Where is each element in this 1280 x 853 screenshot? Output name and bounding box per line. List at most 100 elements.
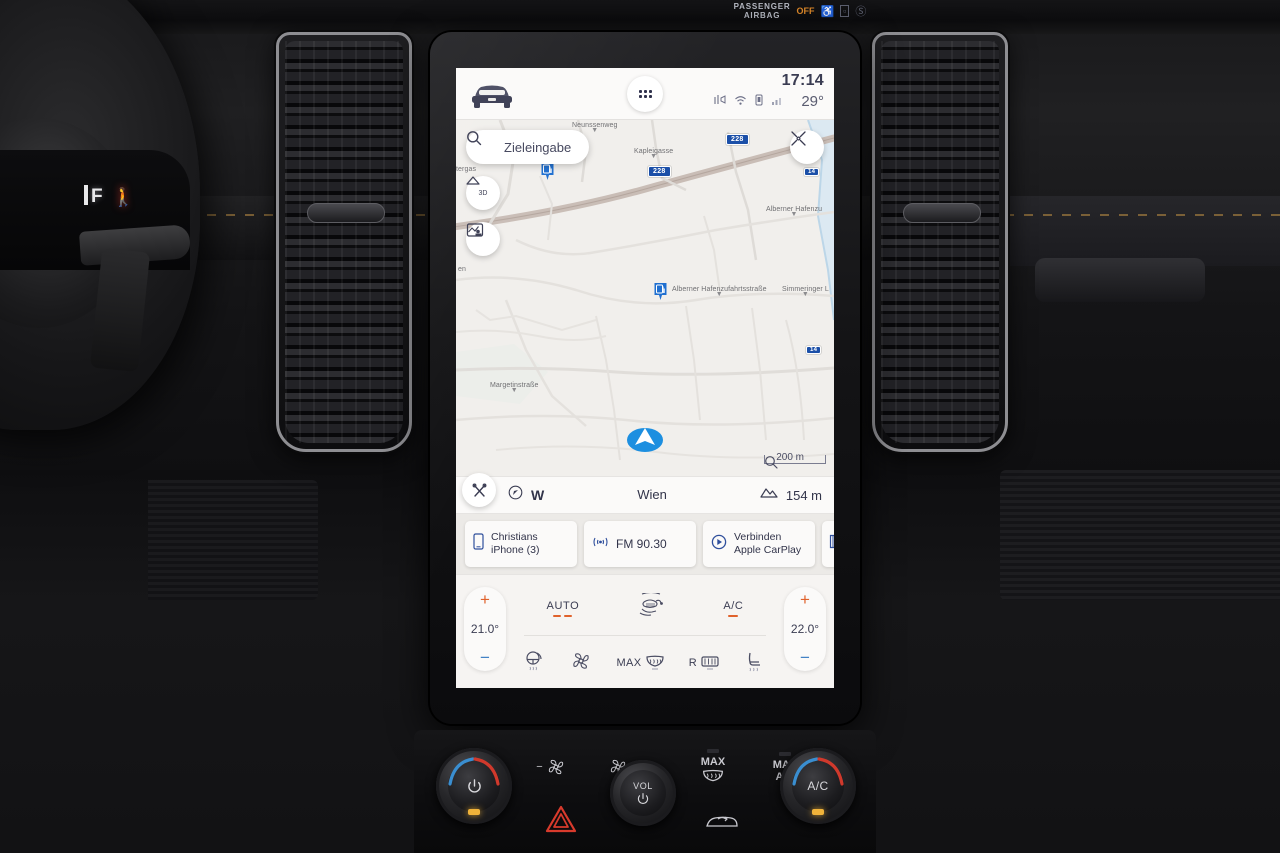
outside-temperature: 29°	[801, 93, 824, 110]
max-defrost-physical-button[interactable]: MAX	[680, 744, 746, 788]
map-label: tergas	[456, 166, 477, 173]
heated-steering-wheel-button[interactable]	[524, 650, 546, 677]
status-clock: 17:14	[781, 72, 824, 89]
power-icon	[637, 792, 649, 804]
play-circle-icon	[711, 534, 727, 555]
rear-defrost-button[interactable]: R	[689, 655, 720, 671]
destination-input-placeholder[interactable]: Zieleingabe	[500, 140, 571, 155]
sim-card-icon	[755, 94, 763, 106]
max-defrost-button[interactable]: MAX	[616, 655, 664, 671]
vent-slats-left	[285, 41, 403, 443]
tile-phone-line1: Christians	[491, 531, 538, 543]
map-scale-bar: 200 m	[764, 452, 826, 469]
fuel-station-icon[interactable]	[540, 162, 555, 181]
climate-control-panel[interactable]: + 21.0° − + 22.0° − AUTO A/C MAX R	[456, 574, 834, 688]
tile-carplay[interactable]: Verbinden Apple CarPlay	[703, 521, 815, 567]
fuel-full-label: F	[91, 186, 104, 207]
vent-adjuster-right[interactable]	[903, 203, 981, 223]
app-grid-icon	[638, 90, 652, 98]
media-book-icon	[829, 534, 834, 554]
elevation-value: 154 m	[785, 487, 822, 503]
navigation-map[interactable]: Neunssenweg ▼ Kapleigasse ▼ Alberner Hafen…	[456, 120, 834, 476]
fuel-station-icon[interactable]	[653, 282, 668, 301]
passenger-temp-decrease-button[interactable]: −	[800, 649, 810, 666]
airflow-face-feet-icon	[640, 591, 664, 616]
road-shield: 14	[804, 168, 820, 176]
heated-seat-button[interactable]	[744, 650, 766, 677]
signal-bars-icon	[713, 94, 726, 106]
destination-search-bar[interactable]: Zieleingabe	[466, 130, 590, 164]
media-tile-row[interactable]: Christians iPhone (3) FM 90.30 Verbinden…	[456, 514, 834, 574]
temp-range-arc	[448, 757, 500, 786]
elevation-indicator: 154 m	[760, 486, 822, 504]
car-front-icon[interactable]	[468, 77, 516, 111]
ac-label: A/C	[723, 599, 744, 612]
airbag-off-icon: ♿	[820, 5, 835, 18]
route-tools-button[interactable]	[462, 473, 496, 507]
status-bar: 17:14 29°	[456, 68, 834, 120]
tile-radio[interactable]: FM 90.30	[584, 521, 696, 567]
air-vent-right[interactable]	[872, 32, 1008, 452]
phone-icon	[473, 533, 484, 555]
vent-slats-right	[881, 41, 999, 443]
route-tools-icon	[472, 483, 486, 497]
vehicle-position-arrow	[626, 423, 664, 453]
map-label: Alberner Hafenzu ▼	[766, 206, 823, 218]
fan-decrease-button[interactable]: −	[518, 752, 584, 782]
heated-steering-wheel-icon	[526, 650, 542, 670]
dashboard-leather-trim-right	[1010, 196, 1280, 266]
driver-temp-increase-button[interactable]: +	[480, 591, 490, 608]
fan-icon	[548, 759, 563, 775]
passenger-temperature-control[interactable]: + 22.0° −	[784, 587, 826, 671]
map-label: Alberner Hafenzufahrtsstraße ▼	[672, 286, 767, 298]
passenger-knob-indicator	[812, 809, 824, 815]
vent-adjuster-left[interactable]	[307, 203, 385, 223]
map-label: Margetinstraße ▼	[490, 382, 539, 394]
max-defrost-label: MAX	[616, 657, 642, 669]
map-recenter-button[interactable]	[790, 130, 824, 164]
map-layers-button[interactable]	[466, 222, 500, 256]
cellular-bars-icon	[771, 95, 782, 106]
heated-seat-icon	[748, 652, 760, 671]
recirculate-icon	[706, 816, 738, 827]
recirculate-button[interactable]	[704, 808, 740, 836]
fan-speed-icon	[573, 652, 589, 669]
fan-down-label: −	[536, 761, 543, 773]
map-info-bar: W Wien 154 m	[456, 473, 834, 514]
passenger-temp-knob[interactable]: A/C	[780, 748, 856, 824]
driver-temp-decrease-button[interactable]: −	[480, 649, 490, 666]
auto-climate-button[interactable]: AUTO	[547, 600, 580, 617]
mute-icon: Ⓢ	[855, 6, 867, 18]
passenger-airbag-indicator: PASSENGER AIRBAG OFF ♿ ▫ Ⓢ	[700, 0, 900, 23]
hazard-lights-button[interactable]	[544, 804, 578, 839]
wifi-icon	[734, 95, 747, 106]
driver-temperature-control[interactable]: + 21.0° −	[464, 587, 506, 671]
tile-phone[interactable]: Christians iPhone (3)	[465, 521, 577, 567]
map-3d-view-button[interactable]: 3D	[466, 176, 500, 210]
dashboard-grab-handle	[1035, 258, 1205, 302]
app-grid-button[interactable]	[627, 76, 663, 112]
radio-antenna-icon	[592, 535, 609, 554]
ac-button[interactable]: A/C	[723, 600, 743, 617]
map-label: Kapleigasse ▼	[634, 148, 674, 160]
airflow-mode-button[interactable]	[636, 591, 666, 624]
front-defrost-icon	[703, 769, 723, 782]
max-defrost-icon	[645, 655, 664, 670]
physical-hvac-panel[interactable]: − +	[414, 730, 876, 853]
heading-value: W	[531, 487, 545, 503]
seatbelt-warning-icon: 🚶	[112, 187, 135, 207]
passenger-temp-increase-button[interactable]: +	[800, 591, 810, 608]
temp-range-arc	[792, 757, 844, 786]
fan-speed-button[interactable]	[570, 650, 592, 677]
map-3d-label: 3D	[478, 189, 488, 197]
map-label: en	[458, 266, 466, 273]
driver-knob-indicator	[468, 809, 480, 815]
tile-media-partial[interactable]	[822, 521, 834, 567]
driver-temp-knob[interactable]	[436, 748, 512, 824]
air-vent-left[interactable]	[276, 32, 412, 452]
map-scale-value: 200 m	[776, 452, 804, 463]
infotainment-screen[interactable]: 17:14 29° Neunssenweg ▼ Kapleigasse ▼ Al…	[456, 68, 834, 688]
volume-knob[interactable]: VOL	[610, 760, 676, 826]
auto-active-indicator	[547, 614, 580, 617]
system-icons	[713, 94, 782, 106]
